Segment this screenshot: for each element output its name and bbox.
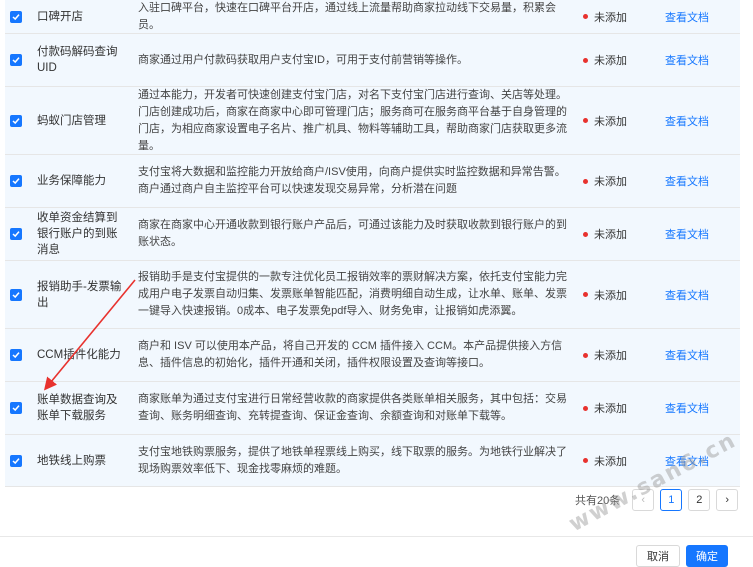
capability-description: 支付宝地铁购票服务，提供了地铁单程票线上购买，线下取票的服务。为地铁行业解决了现… bbox=[138, 445, 567, 475]
page-1-button[interactable]: 1 bbox=[660, 489, 683, 511]
capability-description: 通过本能力，开发者可快速创建支付宝门店，对名下支付宝门店进行查询、关店等处理。门… bbox=[138, 88, 567, 152]
status-text: 未添加 bbox=[594, 403, 627, 415]
row-checkbox[interactable] bbox=[10, 87, 30, 154]
status: 未添加 bbox=[583, 87, 653, 154]
capability-description: 入驻口碑平台，快速在口碑平台开店，通过线上流量帮助商家拉动线下交易量，积累会员。 bbox=[138, 1, 556, 31]
status-dot-icon bbox=[583, 292, 588, 297]
cancel-button[interactable]: 取消 bbox=[636, 545, 680, 567]
status-dot-icon bbox=[583, 57, 588, 63]
status-text: 未添加 bbox=[594, 455, 627, 468]
view-docs-link[interactable]: 查看文档 bbox=[665, 34, 735, 86]
status: 未添加 bbox=[583, 329, 653, 381]
capability-name: 口碑开店 bbox=[37, 10, 83, 23]
status: 未添加 bbox=[583, 261, 653, 328]
check-icon[interactable] bbox=[10, 288, 22, 301]
check-icon[interactable] bbox=[10, 402, 22, 414]
status-dot-icon bbox=[583, 118, 588, 123]
capability-name: 账单数据查询及账单下载服务 bbox=[37, 394, 118, 422]
capability-name: CCM插件化能力 bbox=[37, 349, 121, 361]
status-text: 未添加 bbox=[594, 176, 627, 188]
check-icon[interactable] bbox=[10, 175, 22, 187]
check-icon[interactable] bbox=[10, 454, 22, 467]
view-docs-link[interactable]: 查看文档 bbox=[665, 382, 735, 434]
status-text: 未添加 bbox=[594, 289, 627, 302]
capability-description: 商家通过用户付款码获取用户支付宝ID，可用于支付前营销等操作。 bbox=[138, 53, 468, 66]
table-row: 报销助手-发票输出 报销助手是支付宝提供的一款专注优化员工报销效率的票财解决方案… bbox=[5, 261, 740, 329]
view-docs-link[interactable]: 查看文档 bbox=[665, 87, 735, 154]
footer-divider bbox=[0, 536, 753, 537]
capability-name: 业务保障能力 bbox=[37, 175, 106, 187]
status-dot-icon bbox=[583, 352, 588, 358]
row-checkbox[interactable] bbox=[10, 435, 30, 486]
status: 未添加 bbox=[583, 0, 653, 33]
status: 未添加 bbox=[583, 155, 653, 207]
page-2-button[interactable]: 2 bbox=[688, 489, 711, 511]
capability-description: 商家在商家中心开通收款到银行账户产品后，可通过该能力及时获取收款到银行账户的到账… bbox=[138, 219, 567, 248]
view-docs-link[interactable]: 查看文档 bbox=[665, 261, 735, 328]
check-icon[interactable] bbox=[10, 10, 22, 23]
table-row: 账单数据查询及账单下载服务 商家账单为通过支付宝进行日常经营收款的商家提供各类账… bbox=[5, 382, 740, 435]
status-text: 未添加 bbox=[594, 229, 627, 241]
row-checkbox[interactable] bbox=[10, 155, 30, 207]
confirm-button[interactable]: 确定 bbox=[686, 545, 728, 567]
check-icon[interactable] bbox=[10, 114, 22, 127]
status-text: 未添加 bbox=[594, 350, 627, 362]
check-icon[interactable] bbox=[10, 228, 22, 240]
status: 未添加 bbox=[583, 208, 653, 260]
status-dot-icon bbox=[583, 458, 588, 463]
table-row: CCM插件化能力 商户和 ISV 可以使用本产品，将自己开发的 CCM 插件接入… bbox=[5, 329, 740, 382]
capability-description: 报销助手是支付宝提供的一款专注优化员工报销效率的票财解决方案，依托支付宝能力完成… bbox=[138, 271, 567, 317]
row-checkbox[interactable] bbox=[10, 382, 30, 434]
view-docs-link[interactable]: 查看文档 bbox=[665, 329, 735, 381]
capability-name: 蚂蚁门店管理 bbox=[37, 114, 106, 127]
view-docs-link[interactable]: 查看文档 bbox=[665, 208, 735, 260]
status: 未添加 bbox=[583, 382, 653, 434]
table-row: 付款码解码查询UID 商家通过用户付款码获取用户支付宝ID，可用于支付前营销等操… bbox=[5, 34, 740, 87]
status-dot-icon bbox=[583, 405, 588, 411]
table-row: 收单资金结算到银行账户的到账消息 商家在商家中心开通收款到银行账户产品后，可通过… bbox=[5, 208, 740, 261]
capability-name: 付款码解码查询UID bbox=[37, 46, 118, 74]
capability-name: 收单资金结算到银行账户的到账消息 bbox=[37, 212, 118, 256]
status-text: 未添加 bbox=[594, 115, 627, 128]
capability-description: 商家账单为通过支付宝进行日常经营收款的商家提供各类账单相关服务，其中包括：交易查… bbox=[138, 393, 567, 422]
table-row: 口碑开店 入驻口碑平台，快速在口碑平台开店，通过线上流量帮助商家拉动线下交易量，… bbox=[5, 0, 740, 34]
view-docs-link[interactable]: 查看文档 bbox=[665, 0, 735, 33]
row-checkbox[interactable] bbox=[10, 0, 30, 33]
check-icon[interactable] bbox=[10, 349, 22, 361]
status: 未添加 bbox=[583, 34, 653, 86]
row-checkbox[interactable] bbox=[10, 208, 30, 260]
status-dot-icon bbox=[583, 178, 588, 184]
status-text: 未添加 bbox=[594, 11, 627, 24]
status-dot-icon bbox=[583, 231, 588, 237]
capability-description: 商户和 ISV 可以使用本产品，将自己开发的 CCM 插件接入 CCM。本产品提… bbox=[138, 340, 563, 369]
capability-description: 支付宝将大数据和监控能力开放给商户/ISV使用，向商户提供实时监控数据和异常告警… bbox=[138, 166, 566, 195]
view-docs-link[interactable]: 查看文档 bbox=[665, 155, 735, 207]
next-page-button[interactable]: › bbox=[716, 489, 739, 511]
capability-name: 地铁线上购票 bbox=[37, 454, 106, 467]
status-dot-icon bbox=[583, 14, 588, 19]
status-text: 未添加 bbox=[594, 55, 627, 67]
row-checkbox[interactable] bbox=[10, 329, 30, 381]
check-icon[interactable] bbox=[10, 54, 22, 66]
row-checkbox[interactable] bbox=[10, 34, 30, 86]
table-row: 业务保障能力 支付宝将大数据和监控能力开放给商户/ISV使用，向商户提供实时监控… bbox=[5, 155, 740, 208]
capability-table: 口碑开店 入驻口碑平台，快速在口碑平台开店，通过线上流量帮助商家拉动线下交易量，… bbox=[5, 0, 740, 487]
row-checkbox[interactable] bbox=[10, 261, 30, 328]
capability-name: 报销助手-发票输出 bbox=[37, 280, 122, 309]
table-row: 蚂蚁门店管理 通过本能力，开发者可快速创建支付宝门店，对名下支付宝门店进行查询、… bbox=[5, 87, 740, 155]
